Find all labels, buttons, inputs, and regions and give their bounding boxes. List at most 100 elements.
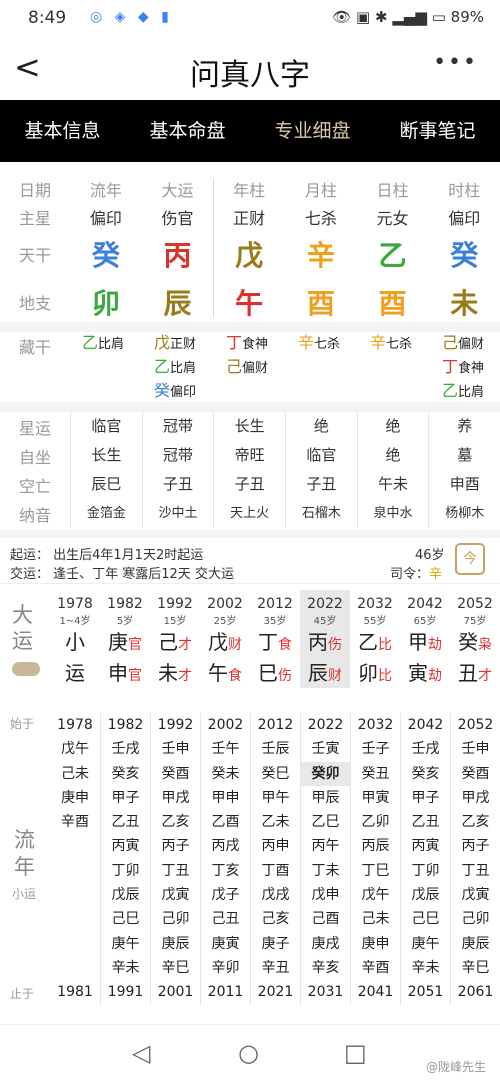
liunian-cell[interactable]: 庚申	[50, 786, 100, 810]
liunian-cell[interactable]: 辛酉	[351, 956, 400, 980]
liunian-cell[interactable]: 己酉	[301, 907, 350, 931]
dayun-toggle[interactable]	[12, 662, 40, 676]
liunian-cell[interactable]: 壬申	[151, 737, 200, 761]
liunian-cell[interactable]: 丙子	[451, 834, 500, 858]
liunian-cell[interactable]: 甲戌	[451, 786, 500, 810]
liunian-cell[interactable]: 辛巳	[151, 956, 200, 980]
liunian-cell[interactable]: 甲寅	[351, 786, 400, 810]
liunian-cell[interactable]: 乙酉	[201, 810, 250, 834]
liunian-cell[interactable]: 丁巳	[351, 859, 400, 883]
liunian-cell[interactable]: 辛亥	[301, 956, 350, 980]
liunian-cell[interactable]: 壬辰	[251, 737, 300, 761]
liunian-cell[interactable]: 癸亥	[101, 762, 150, 786]
liunian-cell[interactable]: 壬戌	[401, 737, 450, 761]
liunian-cell[interactable]: 丙辰	[351, 834, 400, 858]
liunian-cell[interactable]: 癸酉	[451, 762, 500, 786]
liunian-cell[interactable]: 辛未	[101, 956, 150, 980]
liunian-cell[interactable]: 己卯	[451, 907, 500, 931]
liunian-cell[interactable]	[50, 859, 100, 883]
liunian-cell[interactable]	[50, 932, 100, 956]
tab-basic-info[interactable]: 基本信息	[0, 100, 125, 162]
liunian-cell[interactable]: 庚寅	[201, 932, 250, 956]
liunian-cell[interactable]: 甲辰	[301, 786, 350, 810]
liunian-cell[interactable]: 乙巳	[301, 810, 350, 834]
liunian-cell[interactable]	[50, 834, 100, 858]
liunian-cell[interactable]: 庚午	[401, 932, 450, 956]
liunian-cell[interactable]: 辛巳	[451, 956, 500, 980]
liunian-cell[interactable]: 戊戌	[251, 883, 300, 907]
liunian-cell[interactable]: 庚戌	[301, 932, 350, 956]
liunian-cell[interactable]: 癸亥	[401, 762, 450, 786]
liunian-cell[interactable]: 庚辰	[451, 932, 500, 956]
liunian-cell[interactable]: 己未	[351, 907, 400, 931]
home-nav-icon[interactable]: ○	[238, 1039, 259, 1067]
liunian-cell[interactable]: 辛未	[401, 956, 450, 980]
liunian-cell[interactable]: 乙亥	[151, 810, 200, 834]
dayun-col[interactable]: 2012 35岁 丁食 巳伤	[250, 590, 300, 688]
liunian-cell[interactable]: 辛酉	[50, 810, 100, 834]
liunian-cell[interactable]: 乙卯	[351, 810, 400, 834]
dayun-col[interactable]: 1992 15岁 己才 未才	[150, 590, 200, 688]
dayun-col[interactable]: 2042 65岁 甲劫 寅劫	[400, 590, 450, 688]
liunian-cell[interactable]: 丙戌	[201, 834, 250, 858]
liunian-cell[interactable]: 戊寅	[451, 883, 500, 907]
liunian-cell[interactable]	[50, 956, 100, 980]
tab-basic-chart[interactable]: 基本命盘	[125, 100, 250, 162]
dayun-col[interactable]: 2022 45岁 丙伤 辰财	[300, 590, 350, 688]
liunian-cell[interactable]: 丙申	[251, 834, 300, 858]
liunian-cell[interactable]: 壬申	[451, 737, 500, 761]
liunian-cell[interactable]: 癸未	[201, 762, 250, 786]
calendar-icon[interactable]: 今	[455, 543, 485, 575]
liunian-cell[interactable]: 庚申	[351, 932, 400, 956]
liunian-cell[interactable]: 壬子	[351, 737, 400, 761]
liunian-cell[interactable]: 丁酉	[251, 859, 300, 883]
tab-detailed-chart[interactable]: 专业细盘	[250, 100, 375, 162]
liunian-cell[interactable]: 庚辰	[151, 932, 200, 956]
liunian-cell[interactable]: 甲子	[401, 786, 450, 810]
liunian-cell[interactable]: 戊午	[50, 737, 100, 761]
liunian-cell[interactable]: 辛卯	[201, 956, 250, 980]
liunian-cell[interactable]: 己卯	[151, 907, 200, 931]
liunian-cell[interactable]: 丁卯	[101, 859, 150, 883]
liunian-cell[interactable]: 甲午	[251, 786, 300, 810]
liunian-cell[interactable]: 甲戌	[151, 786, 200, 810]
liunian-cell[interactable]: 己未	[50, 762, 100, 786]
liunian-cell[interactable]: 癸巳	[251, 762, 300, 786]
dayun-col[interactable]: 1982 5岁 庚官 申官	[100, 590, 150, 688]
liunian-cell[interactable]: 丙寅	[401, 834, 450, 858]
recents-nav-icon[interactable]: □	[344, 1039, 367, 1067]
liunian-cell[interactable]: 丁丑	[151, 859, 200, 883]
liunian-cell[interactable]: 癸卯	[301, 761, 350, 786]
liunian-cell[interactable]: 丁丑	[451, 859, 500, 883]
liunian-cell[interactable]: 丁未	[301, 859, 350, 883]
liunian-cell[interactable]: 丙午	[301, 834, 350, 858]
liunian-cell[interactable]: 庚午	[101, 932, 150, 956]
liunian-cell[interactable]: 乙未	[251, 810, 300, 834]
liunian-cell[interactable]: 戊寅	[151, 883, 200, 907]
liunian-cell[interactable]: 戊辰	[101, 883, 150, 907]
liunian-cell[interactable]: 己巳	[101, 907, 150, 931]
liunian-cell[interactable]: 甲子	[101, 786, 150, 810]
back-nav-icon[interactable]: ◁	[132, 1039, 150, 1067]
dayun-col[interactable]: 2032 55岁 乙比 卯比	[350, 590, 400, 688]
liunian-cell[interactable]: 乙亥	[451, 810, 500, 834]
liunian-cell[interactable]: 丙子	[151, 834, 200, 858]
liunian-cell[interactable]	[50, 907, 100, 931]
liunian-cell[interactable]: 壬寅	[301, 737, 350, 761]
dayun-col[interactable]: 1978 1~4岁小运	[50, 590, 100, 688]
liunian-cell[interactable]: 戊午	[351, 883, 400, 907]
liunian-cell[interactable]: 己巳	[401, 907, 450, 931]
liunian-cell[interactable]: 戊子	[201, 883, 250, 907]
tab-notes[interactable]: 断事笔记	[375, 100, 500, 162]
liunian-cell[interactable]: 甲申	[201, 786, 250, 810]
liunian-cell[interactable]: 壬戌	[101, 737, 150, 761]
liunian-cell[interactable]: 丁亥	[201, 859, 250, 883]
liunian-cell[interactable]: 乙丑	[101, 810, 150, 834]
liunian-cell[interactable]: 己亥	[251, 907, 300, 931]
liunian-cell[interactable]	[50, 883, 100, 907]
liunian-cell[interactable]: 己丑	[201, 907, 250, 931]
liunian-cell[interactable]: 戊申	[301, 883, 350, 907]
more-icon[interactable]: •••	[433, 50, 478, 75]
liunian-cell[interactable]: 戊辰	[401, 883, 450, 907]
liunian-cell[interactable]: 辛丑	[251, 956, 300, 980]
